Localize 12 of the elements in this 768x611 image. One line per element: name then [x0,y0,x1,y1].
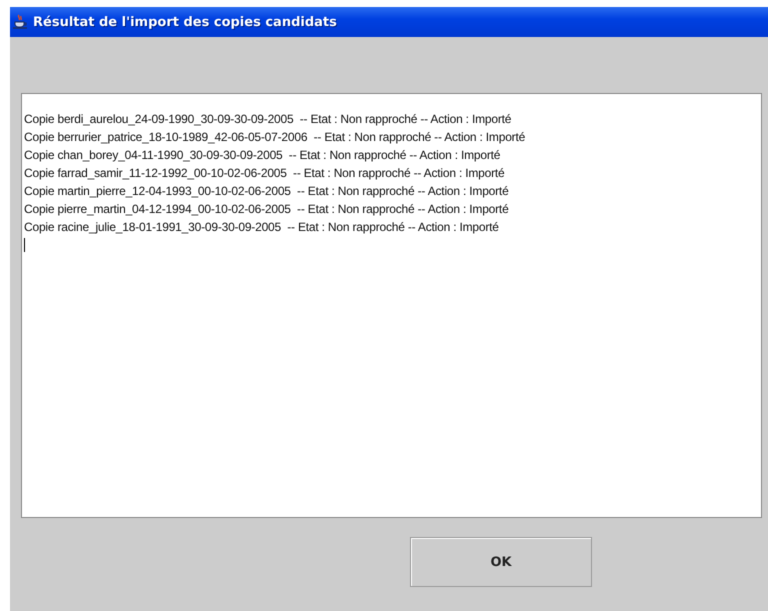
log-line: Copie berrurier_patrice_18-10-1989_42-06-05-07-2006 -- Etat : Non rapproché -- Action : Importé [24,129,526,146]
log-line: Copie racine_julie_18-01-1991_30-09-30-09-2005 -- Etat : Non rapproché -- Action : Importé [24,219,500,236]
coffee-cup-icon [12,14,28,30]
log-line: Copie martin_pierre_12-04-1993_00-10-02-06-2005 -- Etat : Non rapproché -- Action : Importé [24,183,510,200]
window-title: Résultat de l'import des copies candidats [33,14,337,30]
log-line: Copie farrad_samir_11-12-1992_00-10-02-06-2005 -- Etat : Non rapproché -- Action : Importé [24,165,506,182]
log-text-area[interactable] [21,93,762,518]
log-line: Copie berdi_aurelou_24-09-1990_30-09-30-09-2005 -- Etat : Non rapproché -- Action : Importé [24,111,512,128]
log-line: Copie pierre_martin_04-12-1994_00-10-02-06-2005 -- Etat : Non rapproché -- Action : Importé [24,201,510,218]
ok-button[interactable]: OK [410,537,592,587]
text-cursor [24,238,25,252]
log-line: Copie chan_borey_04-11-1990_30-09-30-09-2005 -- Etat : Non rapproché -- Action : Importé [24,147,502,164]
